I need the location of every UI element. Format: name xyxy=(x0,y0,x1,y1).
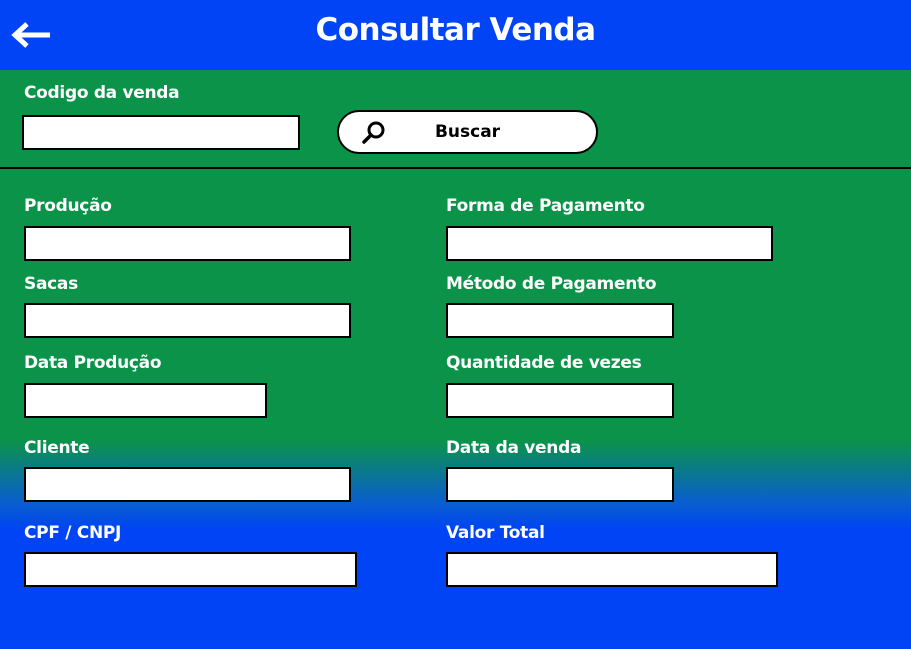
metodo-pagamento-field[interactable] xyxy=(446,303,674,338)
forma-pagamento-field[interactable] xyxy=(446,226,773,261)
valor-total-label: Valor Total xyxy=(446,523,545,543)
metodo-pagamento-label: Método de Pagamento xyxy=(446,274,657,294)
data-producao-label: Data Produção xyxy=(24,353,162,373)
cpf-cnpj-label: CPF / CNPJ xyxy=(24,523,122,543)
data-venda-label: Data da venda xyxy=(446,438,582,458)
page-title: Consultar Venda xyxy=(315,12,596,48)
producao-label: Produção xyxy=(24,196,112,216)
cliente-label: Cliente xyxy=(24,438,90,458)
search-button[interactable]: Buscar xyxy=(337,110,598,154)
data-venda-field[interactable] xyxy=(446,467,674,502)
producao-field[interactable] xyxy=(24,226,351,261)
sacas-field[interactable] xyxy=(24,303,351,338)
valor-total-field[interactable] xyxy=(446,552,778,587)
quantidade-vezes-label: Quantidade de vezes xyxy=(446,353,642,373)
consultar-venda-screen: Consultar Venda Codigo da venda Buscar P… xyxy=(0,0,911,649)
section-divider xyxy=(0,167,911,169)
forma-pagamento-label: Forma de Pagamento xyxy=(446,196,645,216)
sacas-label: Sacas xyxy=(24,274,78,294)
code-label: Codigo da venda xyxy=(24,83,180,103)
sale-code-input[interactable] xyxy=(22,115,300,150)
cpf-cnpj-field[interactable] xyxy=(24,552,357,587)
header-bar: Consultar Venda xyxy=(0,0,911,70)
search-button-label: Buscar xyxy=(434,122,501,142)
quantidade-vezes-field[interactable] xyxy=(446,383,674,418)
data-producao-field[interactable] xyxy=(24,383,267,418)
cliente-field[interactable] xyxy=(24,467,351,502)
